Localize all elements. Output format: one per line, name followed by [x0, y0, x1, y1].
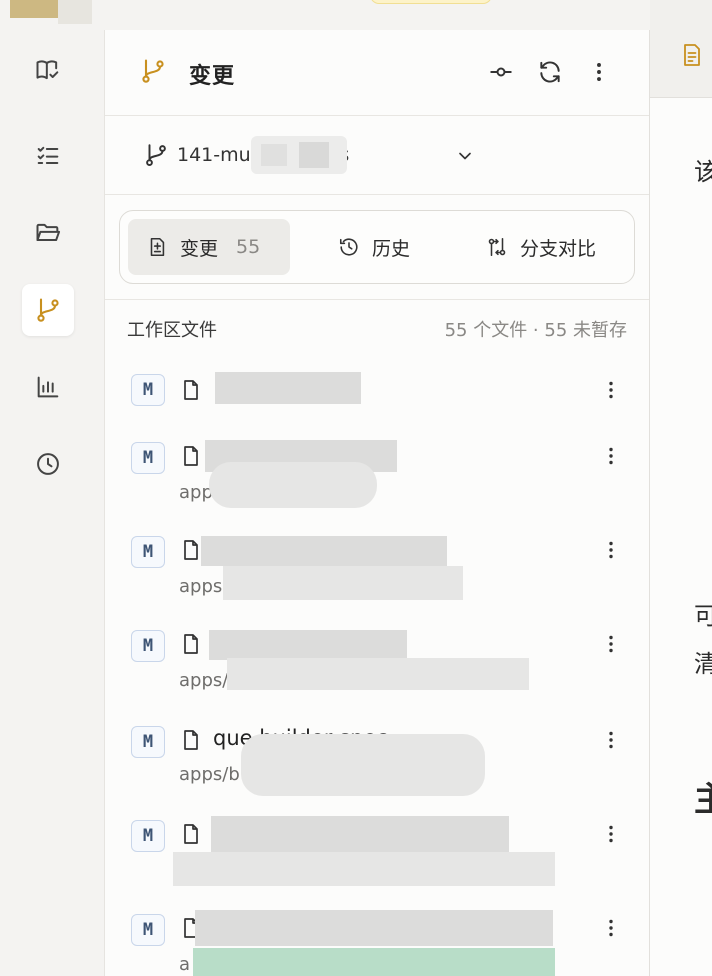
section-title: 工作区文件 — [127, 320, 217, 341]
list-item[interactable]: M — [105, 804, 649, 896]
list-checks-icon — [37, 146, 59, 164]
commit-button[interactable] — [485, 56, 517, 88]
clock-icon — [37, 453, 59, 475]
editor-text-line: 清 — [694, 650, 712, 678]
more-options-button[interactable] — [583, 56, 615, 88]
tab-history-label: 历史 — [372, 237, 411, 260]
more-vertical-icon[interactable] — [599, 632, 623, 656]
redacted-region — [209, 630, 407, 660]
list-item[interactable]: M que builder spec... apps/b ent/s... — [105, 710, 649, 802]
file-icon — [184, 540, 198, 560]
redacted-region — [211, 816, 509, 852]
status-badge: M — [131, 820, 165, 852]
git-branch-icon — [142, 59, 164, 83]
editor-text-line: 可 — [694, 602, 712, 630]
more-vertical-icon[interactable] — [599, 916, 623, 940]
more-vertical-icon[interactable] — [599, 822, 623, 846]
chevron-down-icon — [459, 152, 471, 160]
divider — [105, 299, 649, 300]
editor-tab[interactable] — [650, 0, 712, 98]
editor-heading: 主 — [694, 780, 712, 820]
status-badge: M — [131, 374, 165, 406]
git-commit-icon — [490, 67, 512, 77]
refresh-icon — [540, 61, 560, 83]
rail-item-source-control[interactable] — [22, 284, 74, 336]
git-branch-icon — [146, 144, 166, 166]
diff-icon — [150, 237, 165, 257]
tab-changes-label: 变更 — [180, 237, 219, 260]
redacted-region — [173, 852, 555, 886]
status-badge: M — [131, 914, 165, 946]
file-icon — [184, 730, 198, 750]
history-icon — [339, 238, 358, 256]
folder-open-icon — [36, 223, 61, 241]
file-icon — [184, 446, 198, 466]
redacted-region — [227, 658, 529, 690]
file-icon — [184, 824, 198, 844]
book-check-icon — [36, 60, 59, 80]
git-compare-icon — [488, 237, 506, 257]
tab-history[interactable]: 历史 — [338, 219, 410, 275]
more-vertical-icon[interactable] — [599, 378, 623, 402]
redacted-region — [215, 372, 361, 404]
window-top-strip — [0, 0, 104, 30]
redacted-region — [209, 462, 377, 508]
more-vertical-icon[interactable] — [599, 444, 623, 468]
editor-panel — [650, 0, 712, 976]
document-icon — [684, 44, 700, 66]
redacted-region — [223, 566, 463, 600]
app-logo-fragment — [10, 0, 58, 18]
redacted-region — [251, 136, 347, 174]
status-badge: M — [131, 536, 165, 568]
status-badge: M — [131, 726, 165, 758]
source-control-panel: 变更 141-mu positories 变更 55 历史 分支对比 — [104, 30, 650, 976]
panel-header: 变更 — [105, 30, 649, 116]
file-icon — [184, 634, 198, 654]
refresh-button[interactable] — [534, 56, 566, 88]
activity-rail — [0, 30, 104, 976]
bar-chart-icon — [37, 376, 59, 398]
redacted-region — [193, 948, 555, 976]
redacted-region — [241, 734, 485, 796]
editor-text-line: 该 — [694, 158, 712, 186]
status-badge: M — [131, 630, 165, 662]
more-vertical-icon[interactable] — [599, 538, 623, 562]
file-path: a — [179, 954, 191, 975]
status-badge: M — [131, 442, 165, 474]
top-strip-block — [58, 0, 92, 24]
top-status-pill — [370, 0, 492, 4]
redacted-region — [201, 536, 447, 566]
file-icon — [184, 380, 198, 400]
list-item[interactable]: M app na — [105, 426, 649, 518]
list-item[interactable]: M apps/ s... — [105, 614, 649, 706]
list-item[interactable]: M a — [105, 898, 649, 976]
git-branch-icon — [37, 298, 59, 322]
panel-title: 变更 — [189, 64, 236, 89]
rail-item-docs[interactable] — [22, 44, 74, 96]
branch-selector[interactable]: 141-mu positories — [105, 116, 649, 195]
tab-changes[interactable]: 变更 55 — [128, 219, 290, 275]
changes-count: 55 — [236, 236, 261, 258]
rail-item-tasks[interactable] — [22, 130, 74, 182]
redacted-region — [195, 910, 553, 946]
more-vertical-icon — [597, 63, 601, 81]
section-summary: 55 个文件 · 55 未暂存 — [444, 320, 627, 341]
rail-item-history[interactable] — [22, 438, 74, 490]
file-path: apps — [179, 576, 223, 597]
tab-branch-compare-label: 分支对比 — [520, 237, 597, 260]
view-switcher: 变更 55 历史 分支对比 — [119, 210, 635, 284]
rail-item-files[interactable] — [22, 207, 74, 259]
more-vertical-icon[interactable] — [599, 728, 623, 752]
tab-branch-compare[interactable]: 分支对比 — [486, 219, 596, 275]
rail-item-stats[interactable] — [22, 361, 74, 413]
list-item[interactable]: M apps — [105, 520, 649, 612]
